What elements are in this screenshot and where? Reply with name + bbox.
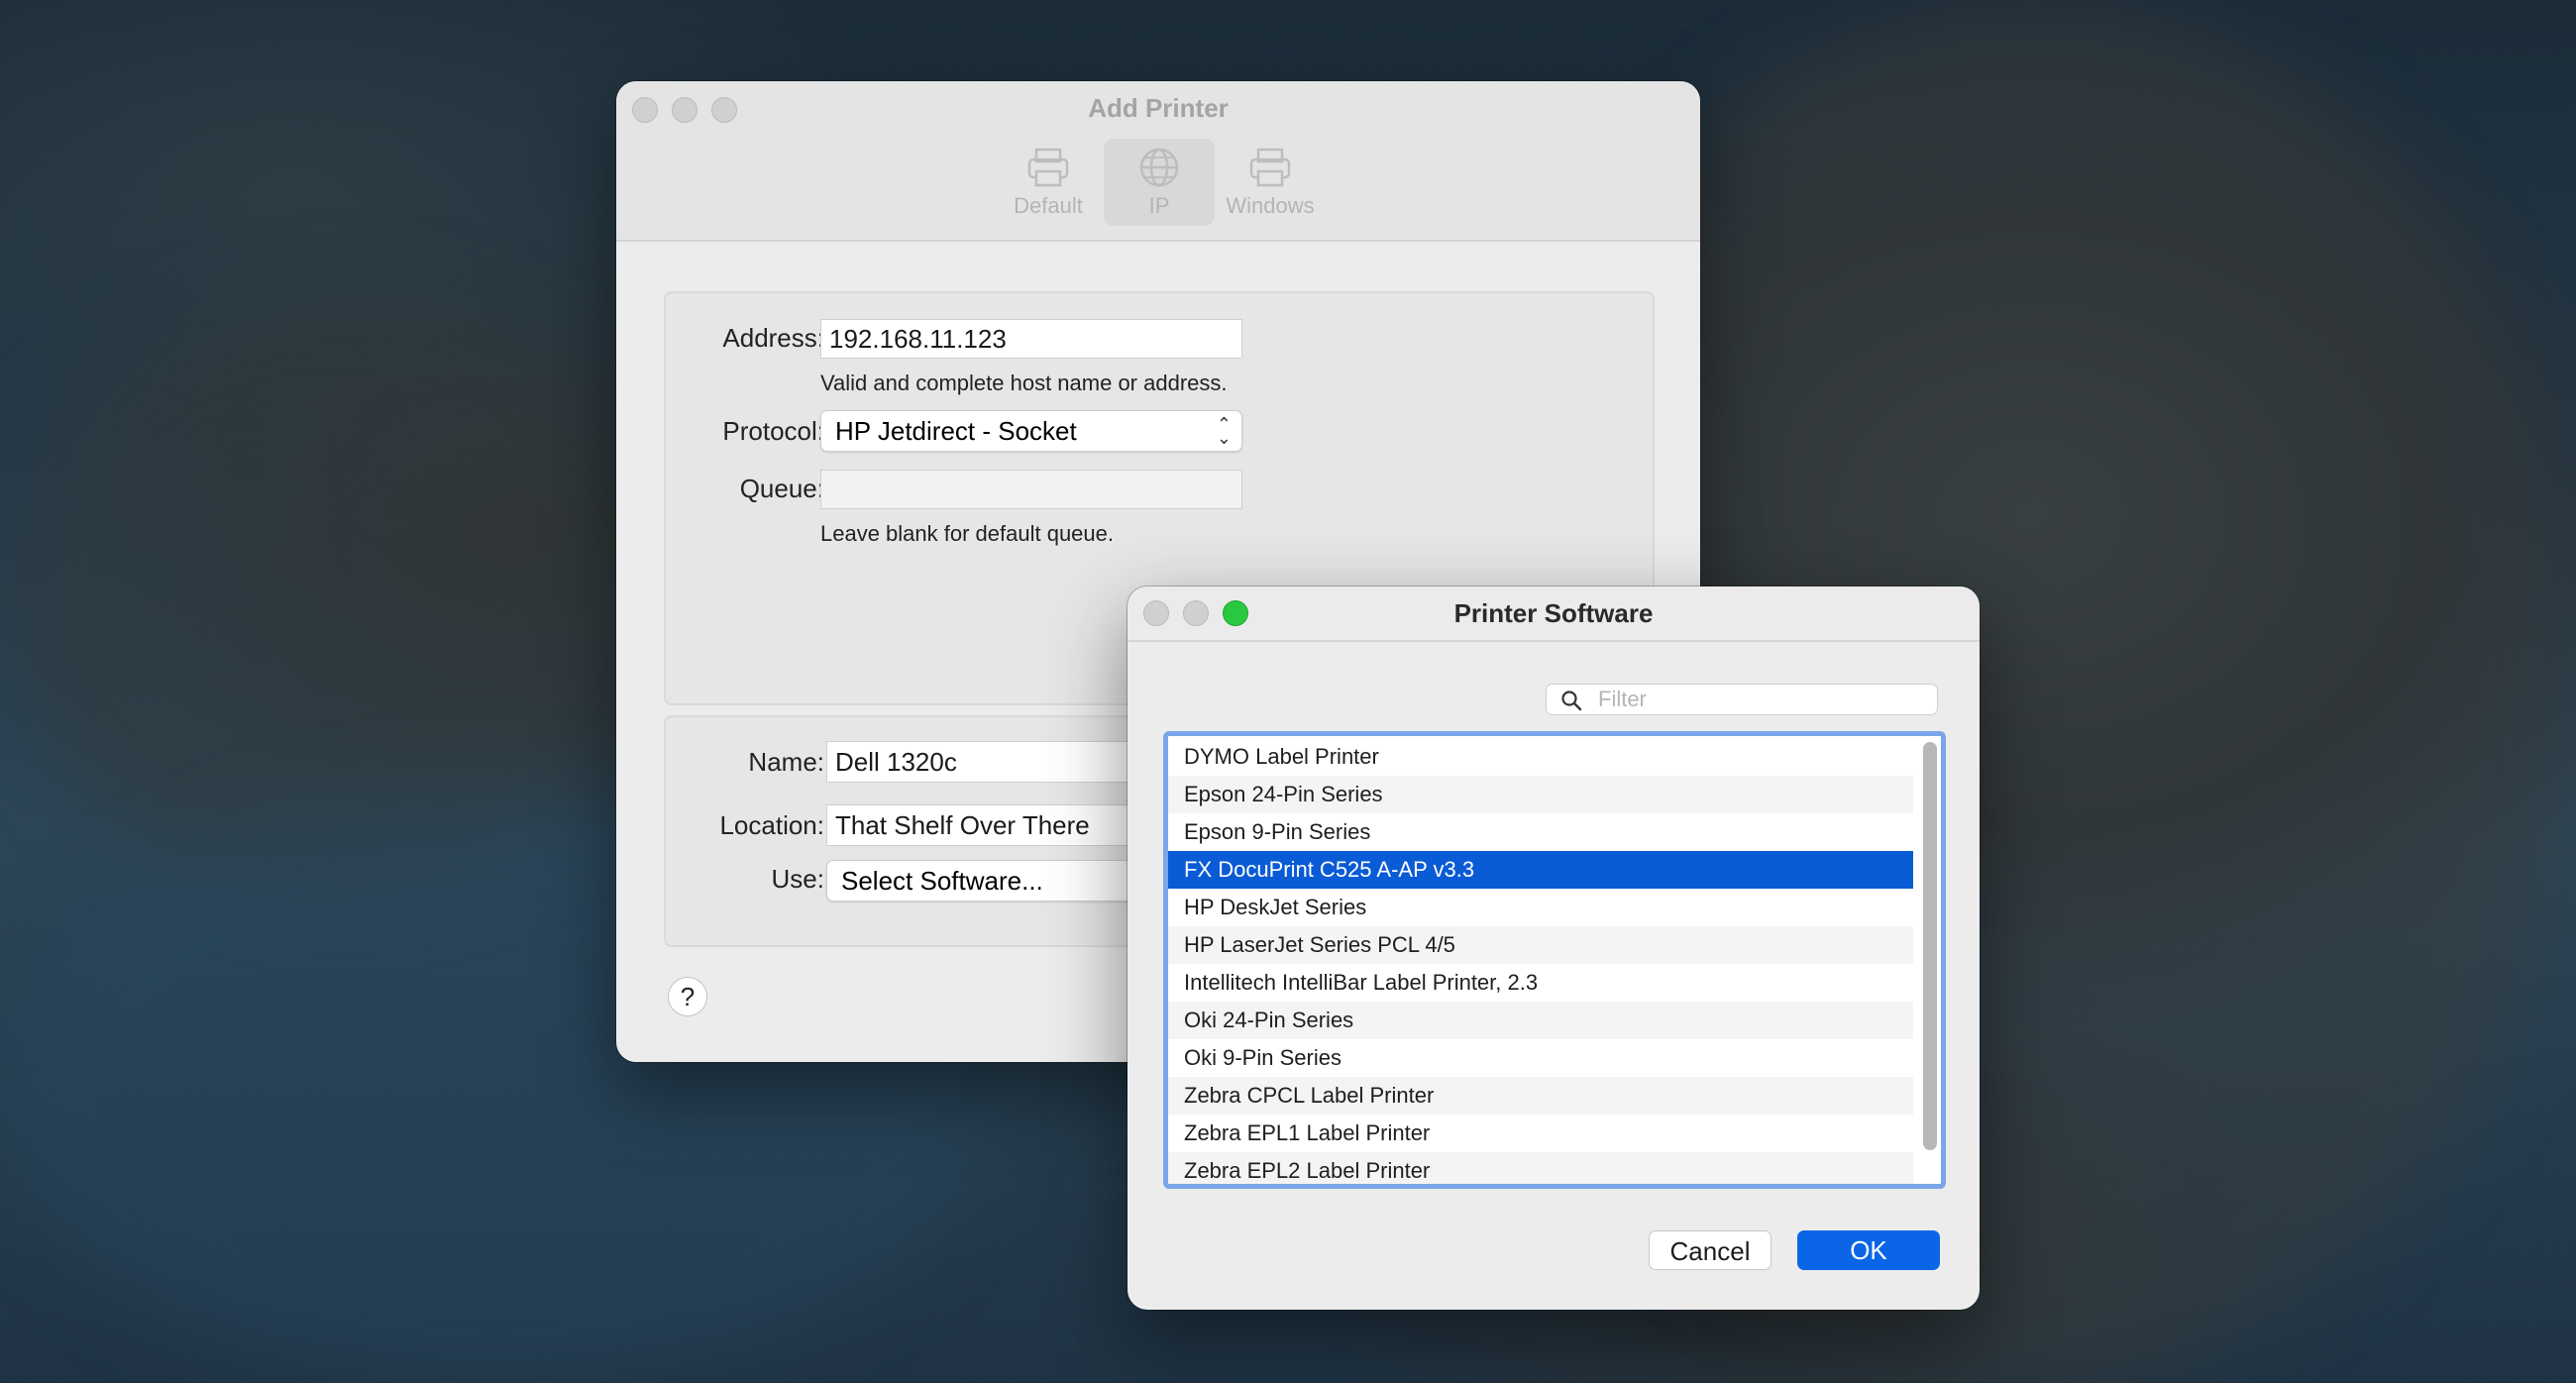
list-scrollbar[interactable] [1923, 742, 1937, 1150]
queue-hint: Leave blank for default queue. [820, 521, 1115, 546]
help-button[interactable]: ? [668, 977, 707, 1016]
window-title: Add Printer [1088, 93, 1229, 123]
printer-icon [1249, 148, 1291, 187]
list-item[interactable]: HP LaserJet Series PCL 4/5 [1168, 926, 1913, 964]
cancel-button[interactable]: Cancel [1649, 1230, 1771, 1270]
list-item[interactable]: HP DeskJet Series [1168, 889, 1913, 926]
list-item[interactable]: Epson 24-Pin Series [1168, 776, 1913, 813]
list-item[interactable]: Zebra CPCL Label Printer [1168, 1077, 1913, 1115]
address-label: Address: [722, 323, 824, 353]
protocol-label: Protocol: [722, 416, 824, 446]
tab-default[interactable]: Default [993, 139, 1104, 226]
software-list-items: DYMO Label Printer Epson 24-Pin Series Eps… [1168, 738, 1913, 1184]
software-list[interactable]: DYMO Label Printer Epson 24-Pin Series Eps… [1163, 731, 1946, 1189]
globe-icon [1139, 148, 1179, 187]
use-value: Select Software... [841, 865, 1043, 896]
use-label: Use: [771, 864, 824, 894]
location-field[interactable]: That Shelf Over There [826, 804, 1143, 846]
filter-placeholder: Filter [1598, 687, 1647, 711]
list-item[interactable]: Zebra EPL2 Label Printer [1168, 1152, 1913, 1184]
filter-search-field[interactable]: Filter [1546, 684, 1938, 715]
name-label: Name: [748, 747, 824, 777]
tab-windows[interactable]: Windows [1215, 139, 1326, 226]
tab-label: IP [1148, 193, 1170, 218]
list-item[interactable]: Intellitech IntelliBar Label Printer, 2.… [1168, 964, 1913, 1002]
list-item[interactable]: DYMO Label Printer [1168, 738, 1913, 776]
add-printer-toolbar: Add Printer Default IP Windows [616, 81, 1700, 242]
printer-icon [1027, 148, 1069, 187]
toolbar-tabs: Default IP Windows [993, 139, 1326, 226]
tab-ip[interactable]: IP [1104, 139, 1215, 226]
address-hint: Valid and complete host name or address. [820, 371, 1228, 395]
list-item[interactable]: Zebra EPL1 Label Printer [1168, 1115, 1913, 1152]
location-label: Location: [719, 810, 824, 840]
tab-label: Windows [1226, 193, 1315, 218]
printer-software-window: Printer Software Filter DYMO Label Print… [1127, 586, 1980, 1310]
list-item[interactable]: Oki 9-Pin Series [1168, 1039, 1913, 1077]
use-popup[interactable]: Select Software... [826, 860, 1143, 902]
name-field[interactable]: Dell 1320c [826, 741, 1143, 783]
printer-software-titlebar: Printer Software [1127, 586, 1980, 642]
search-icon [1561, 691, 1582, 711]
window-title: Printer Software [1453, 598, 1654, 628]
list-item[interactable]: Oki 24-Pin Series [1168, 1002, 1913, 1039]
list-item[interactable]: Epson 9-Pin Series [1168, 813, 1913, 851]
tab-label: Default [1014, 193, 1083, 218]
protocol-value: HP Jetdirect - Socket [835, 415, 1077, 446]
queue-field[interactable] [820, 470, 1242, 509]
queue-label: Queue: [739, 474, 824, 503]
chevron-updown-icon: ⌃ ⌄ [1216, 414, 1232, 448]
address-field[interactable]: 192.168.11.123 [820, 319, 1242, 359]
list-item[interactable]: FX DocuPrint C525 A-AP v3.3 [1168, 851, 1913, 889]
ok-button[interactable]: OK [1797, 1230, 1940, 1270]
protocol-popup[interactable]: HP Jetdirect - Socket ⌃ ⌄ [820, 410, 1242, 452]
